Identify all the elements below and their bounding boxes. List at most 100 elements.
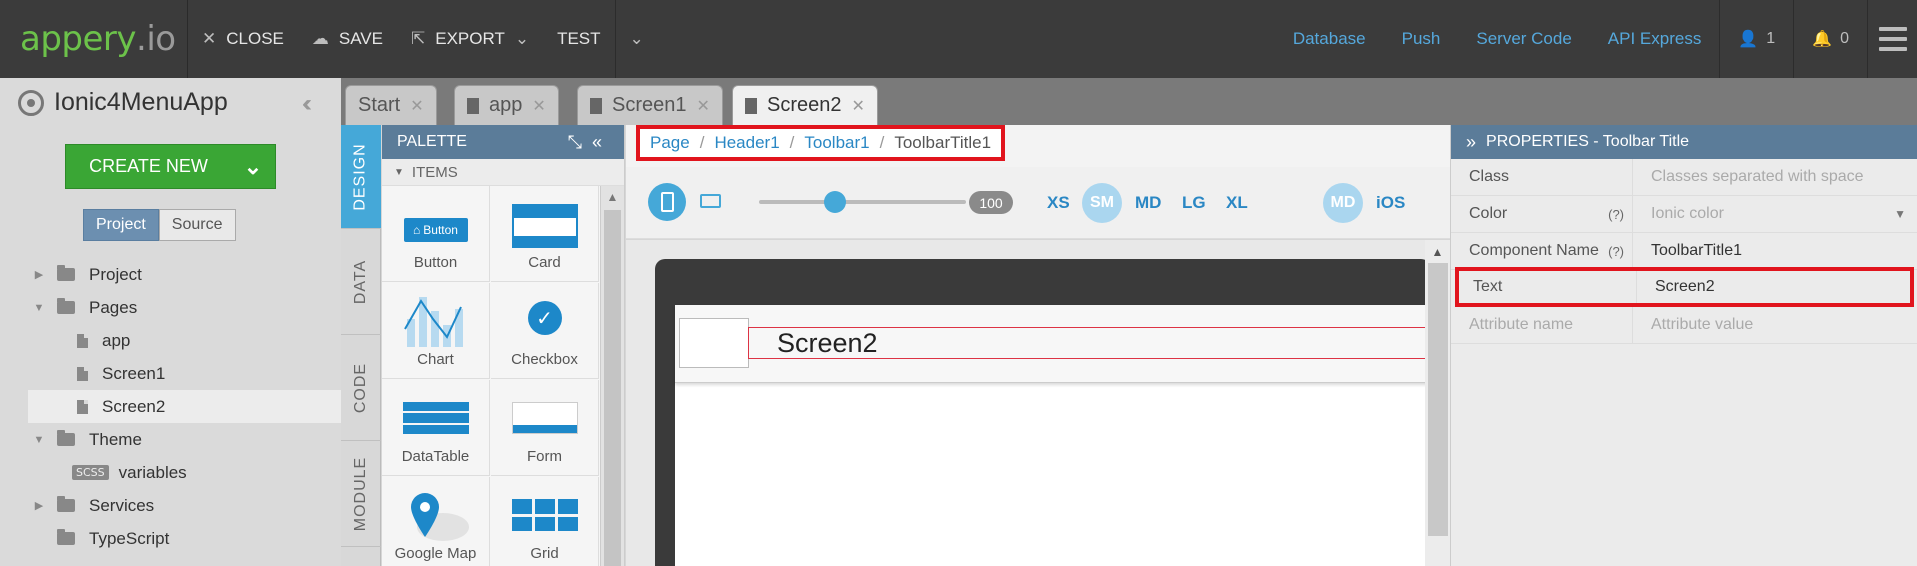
- palette-item-card[interactable]: Card: [491, 186, 599, 282]
- tab-screen1[interactable]: Screen1 ✕: [577, 85, 723, 125]
- zoom-slider-handle[interactable]: [824, 191, 846, 213]
- palette-title: PALETTE: [397, 133, 467, 150]
- project-view-button[interactable]: Project: [83, 209, 159, 241]
- top-bar: appery .io ✕ CLOSE ☁ SAVE ⇱ EXPORT ⌄ TEST ⌄ D…: [0, 0, 1917, 78]
- phone-device-icon[interactable]: [648, 183, 686, 221]
- palette-item-checkbox[interactable]: ✓ Checkbox: [491, 283, 599, 379]
- close-button[interactable]: ✕ CLOSE: [188, 0, 298, 78]
- collapse-panel-icon[interactable]: ‹‹: [302, 90, 312, 118]
- save-button[interactable]: ☁ SAVE: [298, 0, 397, 78]
- tree-item-project[interactable]: ▶ Project: [0, 258, 341, 291]
- breakpoint-lg[interactable]: LG: [1182, 193, 1206, 213]
- users-indicator[interactable]: 👤 1: [1719, 0, 1793, 78]
- export-icon: ⇱: [410, 29, 426, 48]
- color-select[interactable]: Ionic color ▼: [1633, 196, 1917, 232]
- export-button[interactable]: ⇱ EXPORT ⌄: [397, 0, 543, 78]
- help-icon[interactable]: (?): [1608, 207, 1624, 222]
- platform-md[interactable]: MD: [1323, 183, 1363, 223]
- card-icon: [511, 204, 578, 248]
- palette-item-datatable[interactable]: DataTable: [382, 380, 490, 476]
- toolbar-title-component[interactable]: Screen2: [748, 327, 1431, 359]
- zoom-slider[interactable]: [759, 200, 966, 204]
- tab-design[interactable]: DESIGN: [341, 125, 381, 229]
- appery-logo[interactable]: appery .io: [0, 0, 188, 78]
- tab-module[interactable]: MODULE: [341, 441, 381, 547]
- prop-row-attribute: Attribute name Attribute value: [1451, 307, 1917, 344]
- expand-icon[interactable]: ▶: [33, 268, 45, 281]
- source-view-button[interactable]: Source: [158, 209, 236, 241]
- tree-item-pages[interactable]: ▼ Pages: [0, 291, 341, 324]
- canvas-scrollbar[interactable]: ▲: [1425, 240, 1450, 566]
- tree-item-services[interactable]: ▶ Services: [0, 489, 341, 522]
- breakpoint-sm[interactable]: SM: [1082, 183, 1122, 223]
- api-express-link[interactable]: API Express: [1590, 29, 1720, 49]
- tree-item-screen2[interactable]: Screen2: [28, 390, 341, 423]
- hamburger-menu-icon[interactable]: [1867, 0, 1917, 78]
- file-icon: [77, 399, 88, 414]
- palette-item-grid[interactable]: Grid: [491, 477, 599, 566]
- palette-item-button[interactable]: ⌂ Button Button: [382, 186, 490, 282]
- properties-header: » PROPERTIES - Toolbar Title: [1451, 125, 1917, 159]
- tree-item-typescript[interactable]: TypeScript: [0, 522, 341, 555]
- notifications-indicator[interactable]: 🔔 0: [1793, 0, 1867, 78]
- palette-item-form[interactable]: Form: [491, 380, 599, 476]
- help-icon[interactable]: (?): [1608, 244, 1624, 259]
- test-dropdown-button[interactable]: ⌄: [614, 0, 658, 78]
- toolbar-component[interactable]: Screen2: [675, 305, 1431, 383]
- breadcrumb-toolbar1[interactable]: Toolbar1: [804, 133, 869, 153]
- text-input[interactable]: Screen2: [1637, 271, 1910, 303]
- component-name-input[interactable]: ToolbarTitle1: [1633, 233, 1917, 269]
- breakpoint-md[interactable]: MD: [1135, 193, 1161, 213]
- breadcrumb-bar: Page / Header1/ Toolbar1/ ToolbarTitle1: [626, 125, 1450, 167]
- tab-screen2[interactable]: Screen2 ✕: [732, 85, 878, 125]
- collapse-icon[interactable]: ▼: [33, 434, 45, 446]
- tree-item-variables[interactable]: SCSS variables: [0, 456, 341, 489]
- tab-data[interactable]: DATA: [341, 229, 381, 335]
- toolbar-buttons-slot[interactable]: [679, 318, 749, 368]
- breadcrumb-header1[interactable]: Header1: [714, 133, 779, 153]
- dropdown-arrow-icon[interactable]: ▼: [1894, 207, 1906, 221]
- palette-item-chart[interactable]: Chart: [382, 283, 490, 379]
- tree-item-app[interactable]: app: [0, 324, 341, 357]
- project-settings-icon[interactable]: [18, 89, 44, 116]
- test-button[interactable]: TEST: [543, 0, 614, 78]
- editor-tabs: Start ✕ app ✕ Screen1 ✕ Screen2 ✕: [341, 78, 1917, 125]
- push-link[interactable]: Push: [1384, 29, 1459, 49]
- scroll-up-icon[interactable]: ▲: [1425, 240, 1450, 259]
- user-count: 1: [1766, 30, 1776, 47]
- close-tab-icon[interactable]: ✕: [532, 96, 545, 116]
- breakpoint-xs[interactable]: XS: [1047, 193, 1070, 213]
- file-icon: [77, 366, 88, 381]
- tab-label: Screen1: [612, 94, 687, 116]
- expand-icon[interactable]: ▶: [33, 499, 45, 512]
- palette-section-items[interactable]: ▼ ITEMS: [382, 159, 624, 186]
- palette-scrollbar[interactable]: ▲: [600, 186, 624, 566]
- class-input[interactable]: Classes separated with space: [1633, 159, 1917, 195]
- palette-item-google-map[interactable]: Google Map: [382, 477, 490, 566]
- server-code-link[interactable]: Server Code: [1458, 29, 1589, 49]
- chevron-down-icon[interactable]: ⌄: [231, 154, 275, 180]
- compress-icon[interactable]: ⤡: [568, 132, 592, 152]
- tree-item-theme[interactable]: ▼ Theme: [0, 423, 341, 456]
- tablet-device-icon[interactable]: [700, 194, 721, 208]
- attribute-value-input[interactable]: Attribute value: [1633, 307, 1917, 343]
- project-name: Ionic4MenuApp: [54, 88, 228, 116]
- close-tab-icon[interactable]: ✕: [410, 96, 423, 116]
- create-new-button[interactable]: CREATE NEW ⌄: [65, 144, 276, 189]
- scroll-up-icon[interactable]: ▲: [601, 186, 624, 204]
- database-link[interactable]: Database: [1275, 29, 1384, 49]
- close-tab-icon[interactable]: ✕: [852, 96, 865, 116]
- collapse-icon[interactable]: ▼: [33, 302, 45, 314]
- tree-item-screen1[interactable]: Screen1: [0, 357, 341, 390]
- toolbar-title-text: Screen2: [777, 327, 878, 358]
- tab-app[interactable]: app ✕: [454, 85, 559, 125]
- tab-start[interactable]: Start ✕: [345, 85, 437, 125]
- platform-ios[interactable]: iOS: [1376, 193, 1405, 213]
- breakpoint-xl[interactable]: XL: [1226, 193, 1248, 213]
- breadcrumb-page[interactable]: Page: [650, 133, 690, 153]
- close-tab-icon[interactable]: ✕: [697, 96, 710, 116]
- collapse-palette-icon[interactable]: «: [592, 132, 612, 152]
- attribute-name-input[interactable]: Attribute name: [1451, 307, 1633, 343]
- tab-code[interactable]: CODE: [341, 335, 381, 441]
- expand-panel-icon[interactable]: »: [1466, 132, 1476, 153]
